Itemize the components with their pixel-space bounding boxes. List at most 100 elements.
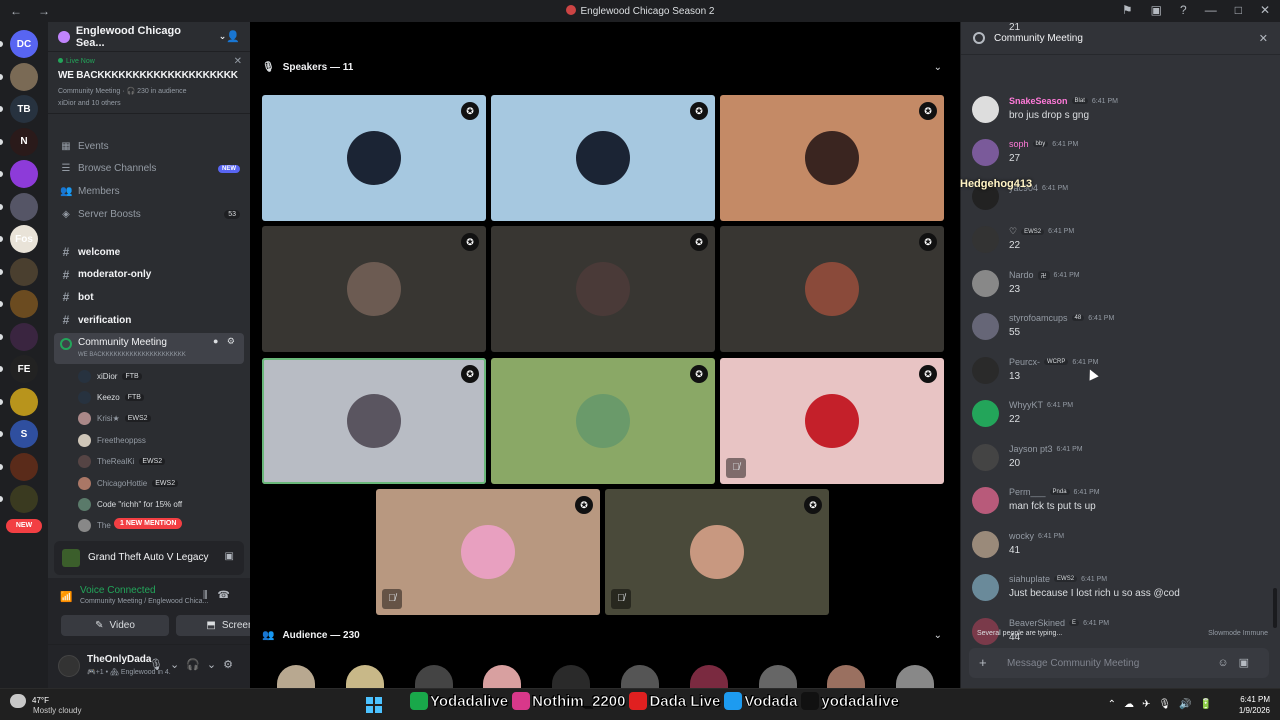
server-icon[interactable] xyxy=(10,452,38,481)
username[interactable]: ♡ xyxy=(1009,226,1017,237)
channel-moderator-only[interactable]: # moderator-only xyxy=(60,266,240,284)
channel-actions-icon[interactable]: ● ⚙ xyxy=(213,336,238,347)
avatar[interactable] xyxy=(58,655,80,677)
server-icon[interactable]: Fos xyxy=(10,225,38,253)
audience-avatar[interactable] xyxy=(552,665,591,688)
weather-widget[interactable]: 47°F Mostly cloudy xyxy=(10,694,81,715)
dismiss-icon[interactable]: ✕ xyxy=(234,56,242,67)
audience-avatar[interactable] xyxy=(345,665,384,688)
channel-bot[interactable]: # bot xyxy=(60,288,240,306)
avatar[interactable] xyxy=(972,487,999,514)
username[interactable]: wocky xyxy=(1009,531,1034,541)
voice-user[interactable]: xiDior FTB xyxy=(78,368,238,384)
voice-user[interactable]: TheRealKi EWS2 xyxy=(78,454,238,470)
server-icon[interactable]: DC xyxy=(10,30,38,58)
username[interactable]: WhyyKT xyxy=(1009,400,1043,410)
server-icon[interactable] xyxy=(10,290,38,318)
game-controller-icon[interactable]: ▣ xyxy=(225,551,234,562)
speaker-tile[interactable]: ✪ xyxy=(491,226,715,352)
attach-icon[interactable]: + xyxy=(979,655,987,670)
server-icon[interactable] xyxy=(10,387,38,416)
voice-user[interactable]: Code "richh" for 15% off xyxy=(78,496,238,512)
avatar[interactable] xyxy=(972,357,999,384)
username[interactable]: BeaverSkined xyxy=(1009,618,1065,628)
username[interactable]: Perm___ xyxy=(1009,487,1046,497)
new-unreads-pill[interactable]: NEW xyxy=(6,519,42,533)
avatar[interactable] xyxy=(972,139,999,166)
server-header[interactable]: Englewood Chicago Sea... ⌄ 👤 xyxy=(48,22,250,52)
server-icon[interactable] xyxy=(10,485,38,513)
close-icon[interactable]: ✕ xyxy=(1259,32,1268,45)
audience-avatar[interactable] xyxy=(758,665,797,688)
activity-card[interactable]: Grand Theft Auto V Legacy ▣ xyxy=(54,541,244,575)
voice-user[interactable]: Keezo FTB xyxy=(78,389,238,405)
avatar[interactable] xyxy=(972,400,999,427)
menu-item-server-boosts[interactable]: ◈ Server Boosts 53 xyxy=(60,205,240,223)
server-icon[interactable]: FE xyxy=(10,355,38,383)
server-icon[interactable]: TB xyxy=(10,95,38,123)
system-tray[interactable]: ⌃☁✈🎙🔊🔋 xyxy=(1108,699,1220,710)
new-mention-pill[interactable]: 1 NEW MENTION xyxy=(114,518,183,529)
username[interactable]: Jayson pt3 xyxy=(1009,444,1053,454)
speaker-tile[interactable]: ✪ 🎙̸ xyxy=(376,489,600,615)
speaker-tile[interactable]: ✪ xyxy=(491,95,715,221)
channel-verification[interactable]: # verification xyxy=(60,311,240,329)
voice-user[interactable]: Freetheoppss xyxy=(78,432,238,448)
video-button[interactable]: ✎ Video xyxy=(61,615,169,636)
message-input[interactable] xyxy=(1007,654,1207,672)
audience-avatar[interactable] xyxy=(689,665,728,688)
live-stage-banner[interactable]: Live Now WE BACKKKKKKKKKKKKKKKKKKKK Comm… xyxy=(48,52,250,114)
server-icon[interactable] xyxy=(10,192,38,221)
voice-status[interactable]: Voice Connected xyxy=(80,585,156,596)
scrollbar[interactable] xyxy=(1273,588,1277,628)
windows-start-icon[interactable] xyxy=(366,697,382,713)
avatar[interactable] xyxy=(972,226,999,253)
invite-icon[interactable]: 👤 xyxy=(226,30,240,43)
avatar[interactable] xyxy=(972,96,999,123)
channel-welcome[interactable]: # welcome xyxy=(60,243,240,261)
server-icon[interactable] xyxy=(10,257,38,286)
disconnect-icon[interactable]: ⫼☎ xyxy=(203,590,240,601)
speaker-tile[interactable]: ✪ xyxy=(262,358,486,484)
user-controls[interactable]: 🎙⌄🎧⌄⚙ xyxy=(149,658,240,671)
help-icon[interactable]: ? xyxy=(1180,3,1187,17)
avatar[interactable] xyxy=(972,444,999,471)
audience-avatar[interactable] xyxy=(827,665,866,688)
avatar[interactable] xyxy=(972,531,999,558)
clock[interactable]: 6:41 PM 1/9/2026 xyxy=(1239,694,1270,716)
username[interactable]: SnakeSeason xyxy=(1009,96,1068,106)
speaker-tile[interactable]: ✪ xyxy=(491,358,715,484)
menu-item-browse-channels[interactable]: ☰ Browse Channels NEW xyxy=(60,160,240,178)
speaker-tile[interactable]: ✪ xyxy=(720,226,944,352)
speaker-tile[interactable]: ✪ xyxy=(720,95,944,221)
server-icon[interactable] xyxy=(10,322,38,351)
username[interactable]: styrofoamcups xyxy=(1009,313,1068,323)
audience-avatar[interactable] xyxy=(621,665,659,688)
speaker-tile[interactable]: ✪ xyxy=(262,95,486,221)
speaker-tile[interactable]: ✪ 🎙̸ xyxy=(605,489,829,615)
close-icon[interactable]: ✕ xyxy=(1260,3,1270,17)
maximize-icon[interactable]: □ xyxy=(1235,3,1242,17)
avatar[interactable] xyxy=(972,313,999,340)
server-icon[interactable]: N xyxy=(10,127,38,156)
inbox-icon[interactable]: ⚑ xyxy=(1122,3,1133,17)
voice-channel-community-meeting[interactable]: Community Meeting WE BACKKKKKKKKKKKKKKKK… xyxy=(54,333,244,364)
audience-avatar[interactable] xyxy=(483,665,522,688)
audience-avatar[interactable] xyxy=(277,665,315,688)
speaker-tile[interactable]: ✪ 🎙̸ xyxy=(720,358,944,484)
avatar[interactable] xyxy=(972,574,999,601)
minimize-icon[interactable]: — xyxy=(1205,3,1217,17)
avatar[interactable] xyxy=(972,270,999,297)
username[interactable]: soph xyxy=(1009,139,1029,149)
chevron-down-icon[interactable]: ⌄ xyxy=(934,630,942,641)
chevron-down-icon[interactable]: ⌄ xyxy=(934,62,942,73)
audience-avatar[interactable] xyxy=(414,665,453,688)
server-icon[interactable] xyxy=(10,62,38,91)
username[interactable]: Peurcx- xyxy=(1009,357,1040,367)
username[interactable]: Nardo xyxy=(1009,270,1034,280)
username[interactable]: siahuplate xyxy=(1009,574,1050,584)
menu-item-members[interactable]: 👥 Members xyxy=(60,182,240,200)
server-icon[interactable] xyxy=(10,160,38,188)
voice-user[interactable]: ChicagoHottie EWS2 xyxy=(78,475,238,491)
voice-user[interactable]: Krisi★ EWS2 xyxy=(78,411,238,427)
